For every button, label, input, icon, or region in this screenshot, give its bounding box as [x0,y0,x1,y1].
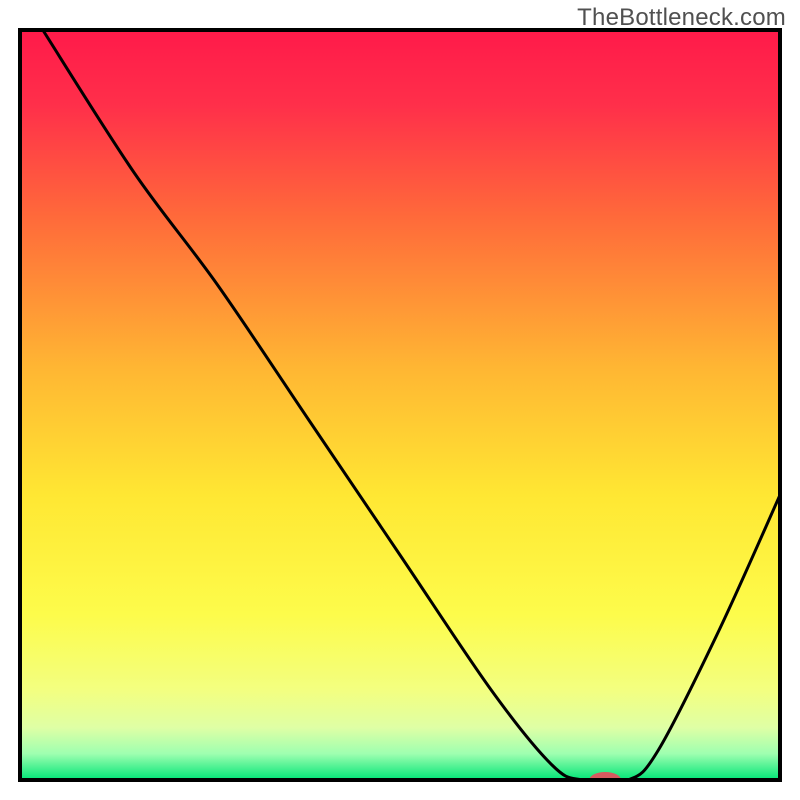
bottleneck-chart [0,0,800,800]
watermark-text: TheBottleneck.com [577,4,786,32]
chart-container: { "watermark": "TheBottleneck.com", "cha… [0,0,800,800]
chart-background [20,30,780,780]
